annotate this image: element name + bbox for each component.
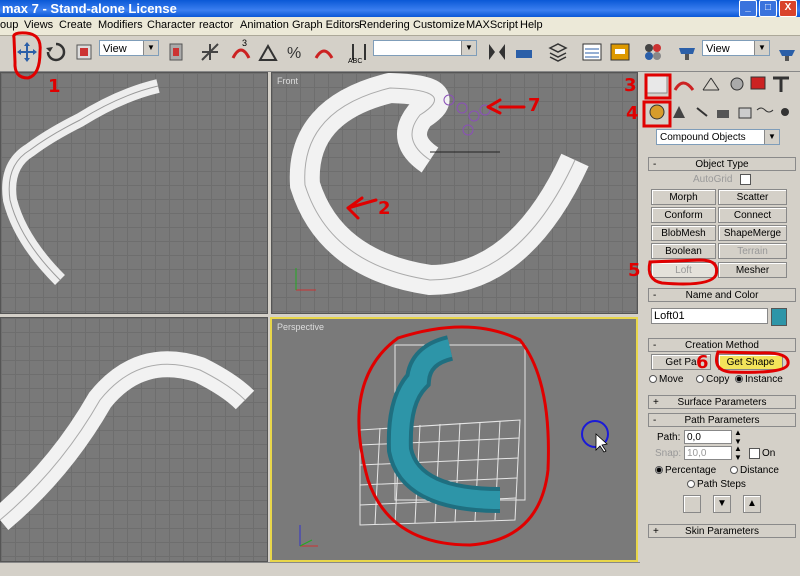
category-dropdown[interactable]: Compound Objects ▼ [656,129,780,145]
annotation-number-6: 6 [696,352,709,373]
autogrid-label: AutoGrid [693,174,733,185]
path-steps-radio[interactable]: Path Steps [687,479,746,490]
shape-circles [443,94,491,136]
conform-button[interactable]: Conform [651,207,716,223]
creation-method-rollout-header[interactable]: - Creation Method [648,338,796,352]
loft-button[interactable]: Loft [651,262,716,278]
mesher-button[interactable]: Mesher [718,262,787,278]
create-tab-icon[interactable] [646,74,668,94]
surface-parameters-rollout-header[interactable]: + Surface Parameters [648,395,796,409]
autogrid-checkbox[interactable] [740,174,751,185]
cameras-icon[interactable] [717,110,729,118]
shapemerge-button[interactable]: ShapeMerge [718,225,787,241]
snap-on-label: On [762,448,776,460]
path-steps-label: Path Steps [697,479,746,490]
skin-parameters-title: Skin Parameters [685,526,759,537]
instance-radio-dot [735,375,743,384]
command-panel-tabs [646,74,789,94]
distance-radio-dot [730,466,738,475]
snap-label: Snap: [655,448,682,459]
object-type-title: Object Type [695,159,749,170]
move-radio-dot [649,375,657,384]
axis-tripod-perspective [299,525,318,547]
annotation-number-2: 2 [378,198,391,219]
name-color-rollout-header[interactable]: - Name and Color [648,288,796,302]
distance-label: Distance [740,465,779,476]
get-shape-button[interactable]: Get Shape [718,354,783,370]
percentage-label: Percentage [665,465,717,476]
snap-on-checkbox[interactable]: On [749,448,775,459]
geometry-icon[interactable] [649,104,665,120]
hierarchy-tab-icon[interactable] [702,77,720,91]
skin-parameters-rollout-header[interactable]: + Skin Parameters [648,524,796,538]
top-view-loft [2,79,160,285]
copy-label: Copy [706,374,730,385]
previous-shape-icon[interactable]: ▼ [713,495,731,513]
helpers-icon[interactable] [738,107,752,119]
rollout-collapse-icon: - [653,290,657,301]
boolean-button[interactable]: Boolean [651,243,716,259]
percentage-radio-dot [655,466,663,475]
rollout-collapse-icon: - [653,415,657,426]
next-shape-icon[interactable]: ▲ [743,495,761,513]
left-view-loft [0,351,255,530]
spinner-arrows-icon[interactable]: ▲ ▼ [734,444,742,462]
path-label: Path: [657,432,681,443]
annotation-number-3: 3 [624,75,637,96]
annotation-number-5: 5 [628,260,641,281]
pick-shape-icon[interactable] [683,495,701,513]
motion-tab-icon[interactable] [730,77,744,91]
copy-radio[interactable]: Copy [696,374,729,385]
chevron-down-icon: ▼ [764,130,779,144]
move-label: Move [659,374,684,385]
mouse-pointer-icon [595,433,608,453]
move-radio[interactable]: Move [649,374,683,385]
rollout-collapse-icon: - [653,340,657,351]
scatter-button[interactable]: Scatter [718,189,787,205]
snap-on-box [749,448,760,459]
space-warps-icon[interactable] [756,107,774,113]
terrain-button[interactable]: Terrain [718,243,787,259]
annotation-number-1: 1 [48,76,61,97]
connect-button[interactable]: Connect [718,207,787,223]
snap-spinner[interactable]: 10,0 [684,446,732,460]
modify-tab-icon[interactable] [673,81,695,91]
instance-radio[interactable]: Instance [735,374,783,385]
annotation-number-7: 7 [528,95,541,116]
front-view-loft [289,72,589,296]
rollout-expand-icon: + [653,526,659,537]
path-spinner[interactable]: 0,0 [684,430,732,444]
name-color-title: Name and Color [685,290,759,301]
annotation-number-4: 4 [626,103,639,124]
rollout-expand-icon: + [653,397,659,408]
creation-method-title: Creation Method [685,340,759,351]
axis-tripod-front [295,268,316,291]
surface-parameters-title: Surface Parameters [677,397,767,408]
category-value: Compound Objects [660,132,746,143]
copy-radio-dot [696,375,704,384]
lights-icon[interactable] [696,107,708,117]
blobmesh-button[interactable]: BlobMesh [651,225,716,241]
morph-button[interactable]: Morph [651,189,716,205]
create-category-row [649,104,789,120]
rollout-collapse-icon: - [653,159,657,170]
command-panel: Compound Objects ▼ - Object Type AutoGrid … [641,72,800,575]
systems-icon[interactable] [781,108,789,116]
shapes-icon[interactable] [673,106,685,118]
path-parameters-title: Path Parameters [684,415,760,426]
display-tab-icon[interactable] [750,76,766,90]
percentage-radio[interactable]: Percentage [655,465,716,476]
path-parameters-rollout-header[interactable]: - Path Parameters [648,413,796,427]
object-color-swatch[interactable] [771,308,787,326]
instance-label: Instance [745,374,783,385]
object-type-rollout-header[interactable]: - Object Type [648,157,796,171]
distance-radio[interactable]: Distance [730,465,779,476]
path-steps-radio-dot [687,480,695,489]
utilities-tab-icon[interactable] [773,76,789,92]
object-name-field[interactable]: Loft01 [651,308,768,324]
